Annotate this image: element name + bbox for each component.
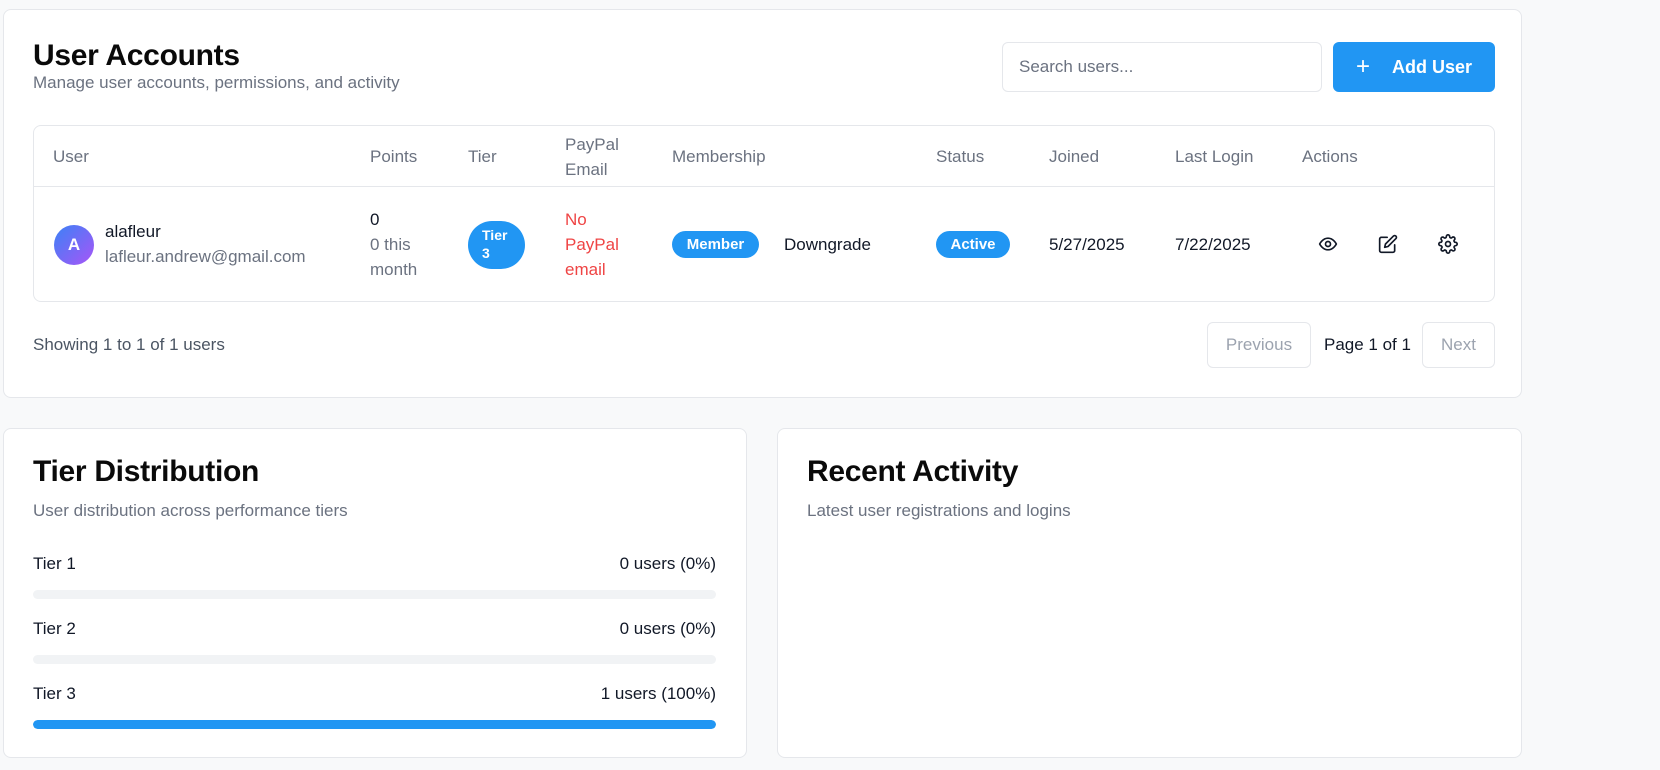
tier-badge-line2: 3 (482, 245, 490, 261)
recent-activity-subtitle: Latest user registrations and logins (807, 501, 1071, 520)
add-user-label: Add User (1392, 56, 1473, 77)
header-paypal-line1: PayPal (565, 135, 619, 154)
tier-progress-track (33, 655, 716, 664)
recent-activity-card: Recent Activity Latest user registration… (777, 428, 1522, 758)
tier-progress-track (33, 590, 716, 599)
previous-page-button[interactable]: Previous (1207, 322, 1311, 368)
tier-badge: Tier 3 (468, 221, 525, 269)
joined-date: 5/27/2025 (1049, 235, 1125, 254)
tier-progress-fill (33, 720, 716, 729)
header-paypal-line2: Email (565, 160, 608, 179)
table-header: User Points Tier PayPal Email Membership… (34, 126, 1494, 187)
search-input[interactable] (1002, 42, 1322, 92)
view-user-button[interactable] (1315, 231, 1341, 257)
recent-activity-title: Recent Activity (807, 455, 1019, 488)
tier-distribution-card: Tier Distribution User distribution acro… (3, 428, 747, 758)
tier-badge-line1: Tier (482, 227, 508, 243)
edit-icon (1378, 234, 1398, 254)
points-value: 0 (370, 210, 380, 229)
header-membership: Membership (672, 147, 766, 166)
edit-user-button[interactable] (1375, 231, 1401, 257)
header-points: Points (370, 147, 418, 166)
tier-count: 0 users (0%) (619, 554, 716, 573)
username: alafleur (105, 222, 161, 241)
avatar: A (54, 225, 94, 265)
user-accounts-card: User Accounts Manage user accounts, perm… (3, 9, 1522, 398)
points-month-line1: 0 this (370, 235, 411, 254)
paypal-line1: No (565, 210, 587, 229)
header-last-login: Last Login (1175, 147, 1254, 166)
plus-icon: + (1355, 53, 1370, 80)
downgrade-button[interactable]: Downgrade (784, 232, 871, 257)
table-row: A alafleur lafleur.andrew@gmail.com 0 0 … (34, 187, 1494, 301)
tier-count: 1 users (100%) (600, 684, 716, 703)
last-login-date: 7/22/2025 (1175, 235, 1251, 254)
paypal-line3: email (565, 260, 606, 279)
tier-count: 0 users (0%) (619, 619, 716, 638)
pagination-summary: Showing 1 to 1 of 1 users (33, 335, 225, 354)
page-subtitle: Manage user accounts, permissions, and a… (33, 73, 400, 92)
membership-badge: Member (672, 231, 759, 258)
user-email: lafleur.andrew@gmail.com (105, 247, 306, 266)
page-indicator: Page 1 of 1 (1324, 335, 1411, 354)
eye-icon (1318, 237, 1338, 251)
tier-progress-track (33, 720, 716, 729)
points-month: 0 this month (370, 232, 417, 282)
tier-distribution-subtitle: User distribution across performance tie… (33, 501, 348, 520)
header-joined: Joined (1049, 147, 1100, 166)
user-settings-button[interactable] (1435, 231, 1461, 257)
points-month-line2: month (370, 260, 418, 279)
tier-name: Tier 3 (33, 684, 76, 703)
tier-name: Tier 1 (33, 554, 76, 573)
header-actions: Actions (1302, 147, 1358, 166)
tier-name: Tier 2 (33, 619, 76, 638)
paypal-email-missing: No PayPal email (565, 207, 619, 282)
header-user: User (53, 147, 89, 166)
header-paypal-email: PayPal Email (565, 132, 619, 182)
page-title: User Accounts (33, 39, 240, 72)
add-user-button[interactable]: + Add User (1333, 42, 1495, 92)
gear-icon (1438, 234, 1458, 254)
header-status: Status (936, 147, 985, 166)
next-page-button[interactable]: Next (1422, 322, 1495, 368)
tier-distribution-title: Tier Distribution (33, 455, 260, 488)
paypal-line2: PayPal (565, 235, 619, 254)
header-tier: Tier (468, 147, 497, 166)
status-badge: Active (936, 231, 1010, 258)
users-table: User Points Tier PayPal Email Membership… (33, 125, 1495, 302)
